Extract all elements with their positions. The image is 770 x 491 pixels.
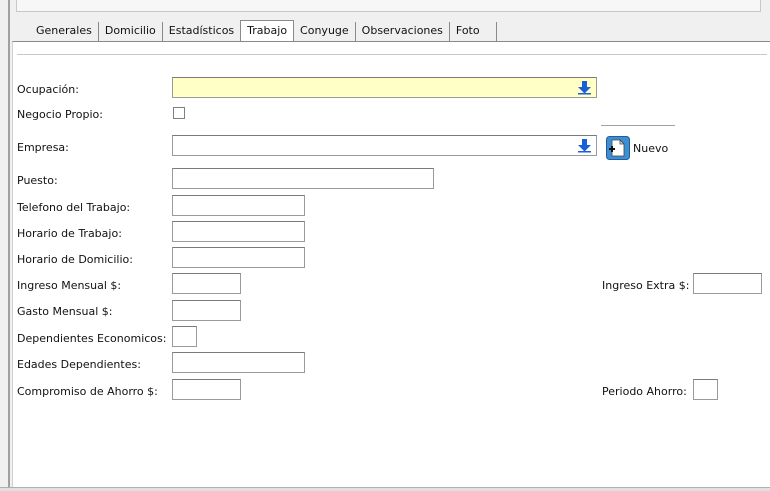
periodo-ahorro-label: Periodo Ahorro: bbox=[602, 385, 687, 398]
periodo-ahorro-input[interactable] bbox=[693, 379, 718, 400]
ocupacion-label: Ocupación: bbox=[17, 83, 79, 96]
window-frame: Generales Domicilio Estadísticos Trabajo… bbox=[0, 0, 770, 491]
puesto-label: Puesto: bbox=[17, 174, 58, 187]
ingreso-mensual-label: Ingreso Mensual $: bbox=[17, 279, 122, 292]
ingreso-extra-label: Ingreso Extra $: bbox=[602, 279, 690, 292]
gasto-mensual-label: Gasto Mensual $: bbox=[17, 305, 113, 318]
horario-trabajo-label: Horario de Trabajo: bbox=[17, 227, 122, 240]
panel-inner bbox=[17, 54, 767, 487]
tab-domicilio[interactable]: Domicilio bbox=[99, 22, 163, 41]
tab-estadisticos[interactable]: Estadísticos bbox=[163, 22, 240, 41]
tab-strip: Generales Domicilio Estadísticos Trabajo… bbox=[30, 19, 497, 42]
nuevo-label: Nuevo bbox=[633, 141, 669, 155]
puesto-input[interactable] bbox=[172, 168, 434, 189]
compromiso-ahorro-input[interactable] bbox=[172, 379, 241, 400]
negocio-propio-label: Negocio Propio: bbox=[17, 108, 103, 121]
bottom-edge bbox=[0, 487, 770, 491]
tab-generales[interactable]: Generales bbox=[30, 22, 99, 41]
tab-observaciones[interactable]: Observaciones bbox=[356, 22, 450, 41]
tab-conyuge[interactable]: Conyuge bbox=[294, 22, 356, 41]
ingreso-mensual-input[interactable] bbox=[172, 273, 241, 294]
separator-line bbox=[601, 125, 675, 126]
tab-foto[interactable]: Foto bbox=[450, 22, 497, 41]
gasto-mensual-input[interactable] bbox=[172, 300, 241, 321]
empresa-label: Empresa: bbox=[17, 141, 69, 154]
dependientes-economicos-input[interactable] bbox=[172, 326, 197, 347]
negocio-propio-checkbox[interactable] bbox=[173, 107, 185, 119]
ocupacion-combo[interactable] bbox=[172, 77, 597, 98]
telefono-trabajo-label: Telefono del Trabajo: bbox=[17, 201, 131, 214]
nuevo-button[interactable]: Nuevo bbox=[606, 135, 668, 161]
telefono-trabajo-input[interactable] bbox=[172, 195, 305, 216]
down-arrow-icon[interactable] bbox=[577, 138, 592, 153]
edades-dependientes-label: Edades Dependientes: bbox=[17, 358, 141, 371]
horario-domicilio-input[interactable] bbox=[172, 247, 305, 268]
left-border bbox=[8, 0, 10, 491]
horario-domicilio-label: Horario de Domicilio: bbox=[17, 253, 133, 266]
empresa-combo[interactable] bbox=[172, 135, 597, 156]
ingreso-extra-input[interactable] bbox=[693, 273, 762, 294]
dependientes-economicos-label: Dependientes Economicos: bbox=[17, 332, 167, 345]
edades-dependientes-input[interactable] bbox=[172, 352, 305, 373]
new-document-icon bbox=[606, 136, 630, 160]
top-panel-edge bbox=[16, 0, 761, 12]
tab-trabajo[interactable]: Trabajo bbox=[240, 20, 295, 42]
horario-trabajo-input[interactable] bbox=[172, 221, 305, 242]
down-arrow-icon[interactable] bbox=[577, 80, 592, 95]
compromiso-ahorro-label: Compromiso de Ahorro $: bbox=[17, 385, 158, 398]
